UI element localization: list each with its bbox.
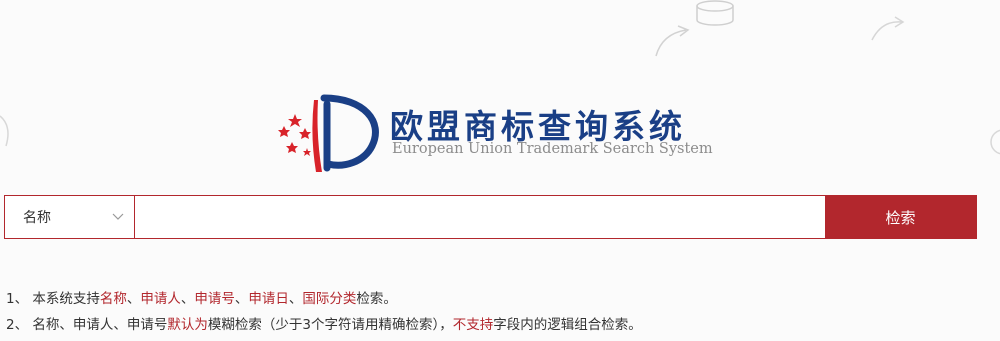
logo-title-en: European Union Trademark Search System: [392, 141, 713, 157]
note-highlight: 申请日: [248, 291, 289, 307]
search-button[interactable]: 检索: [825, 196, 976, 238]
note-text: 1、 本系统支持: [6, 291, 100, 307]
note-text: 检索。: [356, 291, 397, 307]
search-type-dropdown[interactable]: 名称: [5, 196, 135, 238]
note-text: 、: [180, 291, 195, 307]
note-text: 模糊检索（少于3个字符请用精确检索），: [207, 317, 453, 333]
note-text: 2、 名称、申请人、申请号: [6, 317, 168, 333]
note-text: 、: [288, 291, 303, 307]
eu-logo-icon: [278, 94, 379, 172]
note-text: 字段内的逻辑组合检索。: [493, 317, 642, 333]
note-highlight: 不支持: [452, 317, 494, 333]
search-bar: 名称 检索: [4, 195, 977, 239]
decorative-arrow-icon: [655, 25, 690, 57]
site-logo: 欧盟商标查询系统 European Union Trademark Search…: [272, 92, 713, 172]
note-text: 、: [234, 291, 249, 307]
note-highlight: 名称: [99, 291, 127, 307]
search-type-label: 名称: [23, 210, 51, 226]
note-highlight: 申请号: [194, 291, 235, 307]
note-line-1: 1、 本系统支持名称、申请人、申请号、申请日、国际分类检索。: [6, 286, 642, 312]
note-highlight: 申请人: [140, 291, 181, 307]
decorative-line-icon: [0, 115, 9, 147]
search-input[interactable]: [135, 196, 825, 238]
chevron-down-icon: [112, 213, 124, 220]
decorative-circle-icon: [990, 129, 1000, 155]
decorative-arrow-icon: [871, 16, 905, 41]
search-notes: 1、 本系统支持名称、申请人、申请号、申请日、国际分类检索。 2、 名称、申请人…: [6, 286, 642, 338]
note-highlight: 国际分类: [302, 291, 357, 307]
note-line-2: 2、 名称、申请人、申请号默认为模糊检索（少于3个字符请用精确检索），不支持字段…: [6, 312, 642, 338]
note-highlight: 默认为: [167, 317, 208, 333]
note-text: 、: [126, 291, 141, 307]
